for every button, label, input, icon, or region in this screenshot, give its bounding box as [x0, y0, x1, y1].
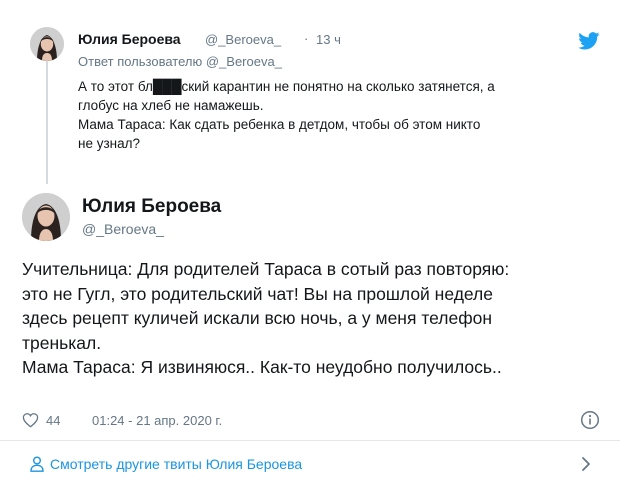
- author-handle[interactable]: @_Beroeva_: [205, 32, 281, 47]
- twitter-bird-icon[interactable]: [578, 32, 600, 50]
- reply-to-prefix: Ответ пользователю: [78, 54, 203, 69]
- author-handle[interactable]: @_Beroeva_: [82, 221, 164, 237]
- text-line: Мама Тараса: Как сдать ребенка в детдом,…: [78, 117, 481, 132]
- text-line: не узнал?: [78, 136, 141, 151]
- text-line: А то этот бл███ский карантин не понятно …: [78, 79, 495, 94]
- meta-separator: ·: [304, 31, 309, 46]
- tweet-timestamp[interactable]: 01:24 - 21 апр. 2020 г.: [92, 413, 222, 428]
- text-line: тренькал.: [22, 332, 102, 353]
- text-line: глобус на хлеб не намажешь.: [78, 98, 264, 113]
- tweet-meta: 44 01:24 - 21 апр. 2020 г.: [22, 410, 602, 432]
- avatar[interactable]: [30, 27, 64, 61]
- text-line: это не Гугл, это родительский чат! Вы на…: [22, 283, 494, 304]
- reply-tweet-text: А то этот бл███ский карантин не понятно …: [78, 77, 598, 153]
- more-tweets-label[interactable]: Смотреть другие твиты Юлия Бероева: [50, 456, 302, 472]
- chevron-right-icon[interactable]: [580, 456, 592, 472]
- tweet-time[interactable]: 13 ч: [316, 32, 341, 47]
- text-line: Мама Тараса: Я извиняюся.. Как-то неудоб…: [22, 357, 502, 377]
- reply-context: Ответ пользователю @_Beroeva_: [78, 54, 282, 69]
- heart-icon[interactable]: [22, 412, 39, 428]
- reply-tweet[interactable]: Юлия Бероева @_Beroeva_ · 13 ч Ответ пол…: [0, 0, 620, 186]
- info-icon[interactable]: [580, 410, 600, 430]
- person-icon: [30, 456, 44, 472]
- text-line: здесь рецепт куличей искали всю ночь, а …: [22, 308, 493, 328]
- main-tweet-text: Учительница: Для родителей Тараса в соты…: [22, 257, 602, 380]
- author-name[interactable]: Юлия Бероева: [82, 196, 221, 218]
- author-name[interactable]: Юлия Бероева: [78, 31, 181, 47]
- reply-to-handle[interactable]: @_Beroeva_: [206, 54, 282, 69]
- tweet-embed: Юлия Бероева @_Beroeva_ · 13 ч Ответ пол…: [0, 0, 620, 484]
- like-count[interactable]: 44: [46, 413, 60, 428]
- text-line: Учительница: Для родителей Тараса в соты…: [22, 259, 510, 279]
- avatar[interactable]: [22, 193, 70, 241]
- thread-connector-line: [46, 60, 48, 184]
- more-tweets-link[interactable]: Смотреть другие твиты Юлия Бероева: [0, 441, 620, 484]
